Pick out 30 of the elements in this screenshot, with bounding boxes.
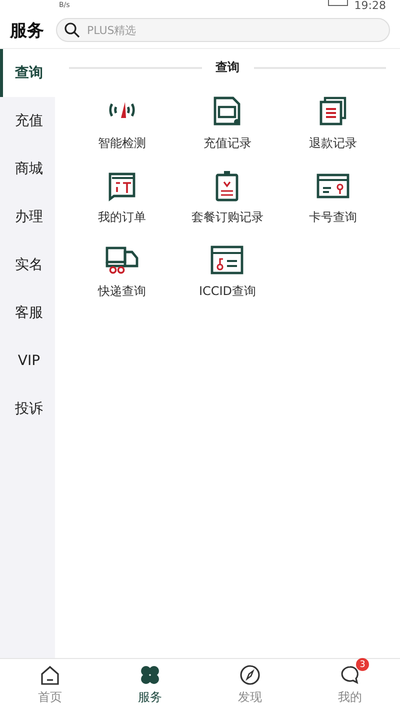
- sidebar-item[interactable]: 客服: [0, 289, 55, 337]
- search-field[interactable]: PLUS精选: [56, 18, 390, 42]
- sidebar-item[interactable]: 实名: [0, 241, 55, 289]
- service-item[interactable]: 套餐订购记录: [174, 168, 280, 226]
- chat-icon: [339, 664, 361, 686]
- sidebar-item[interactable]: 商城: [0, 145, 55, 193]
- nav-tab[interactable]: 首页: [0, 659, 100, 711]
- service-item[interactable]: 快递查询: [69, 242, 175, 300]
- compass-icon: [239, 664, 261, 686]
- nav-tab[interactable]: 发现: [200, 659, 300, 711]
- service-item[interactable]: 卡号查询: [280, 168, 386, 226]
- sidebar-item[interactable]: 充值: [0, 97, 55, 145]
- sidebar-item[interactable]: 查询: [0, 49, 55, 97]
- service-item[interactable]: 我的订单: [69, 168, 175, 226]
- nav-tab[interactable]: 服务: [100, 659, 200, 711]
- notification-badge: 3: [356, 658, 369, 671]
- nav-tab[interactable]: 3 我的: [300, 659, 400, 711]
- clock: 19:28: [354, 0, 386, 12]
- sidebar-item[interactable]: 投诉: [0, 385, 55, 433]
- service-item[interactable]: 充值记录: [174, 94, 280, 152]
- clover-icon: [139, 664, 161, 686]
- sidebar-item[interactable]: VIP: [0, 337, 55, 385]
- page-title: 服务: [10, 20, 44, 42]
- service-item[interactable]: ICCID查询: [174, 242, 280, 300]
- sidebar-item[interactable]: 办理: [0, 193, 55, 241]
- section-title: 查询: [216, 59, 240, 76]
- search-icon: [64, 22, 80, 38]
- home-icon: [39, 664, 61, 686]
- service-item[interactable]: 智能检测: [69, 94, 175, 152]
- service-item[interactable]: 退款记录: [280, 94, 386, 152]
